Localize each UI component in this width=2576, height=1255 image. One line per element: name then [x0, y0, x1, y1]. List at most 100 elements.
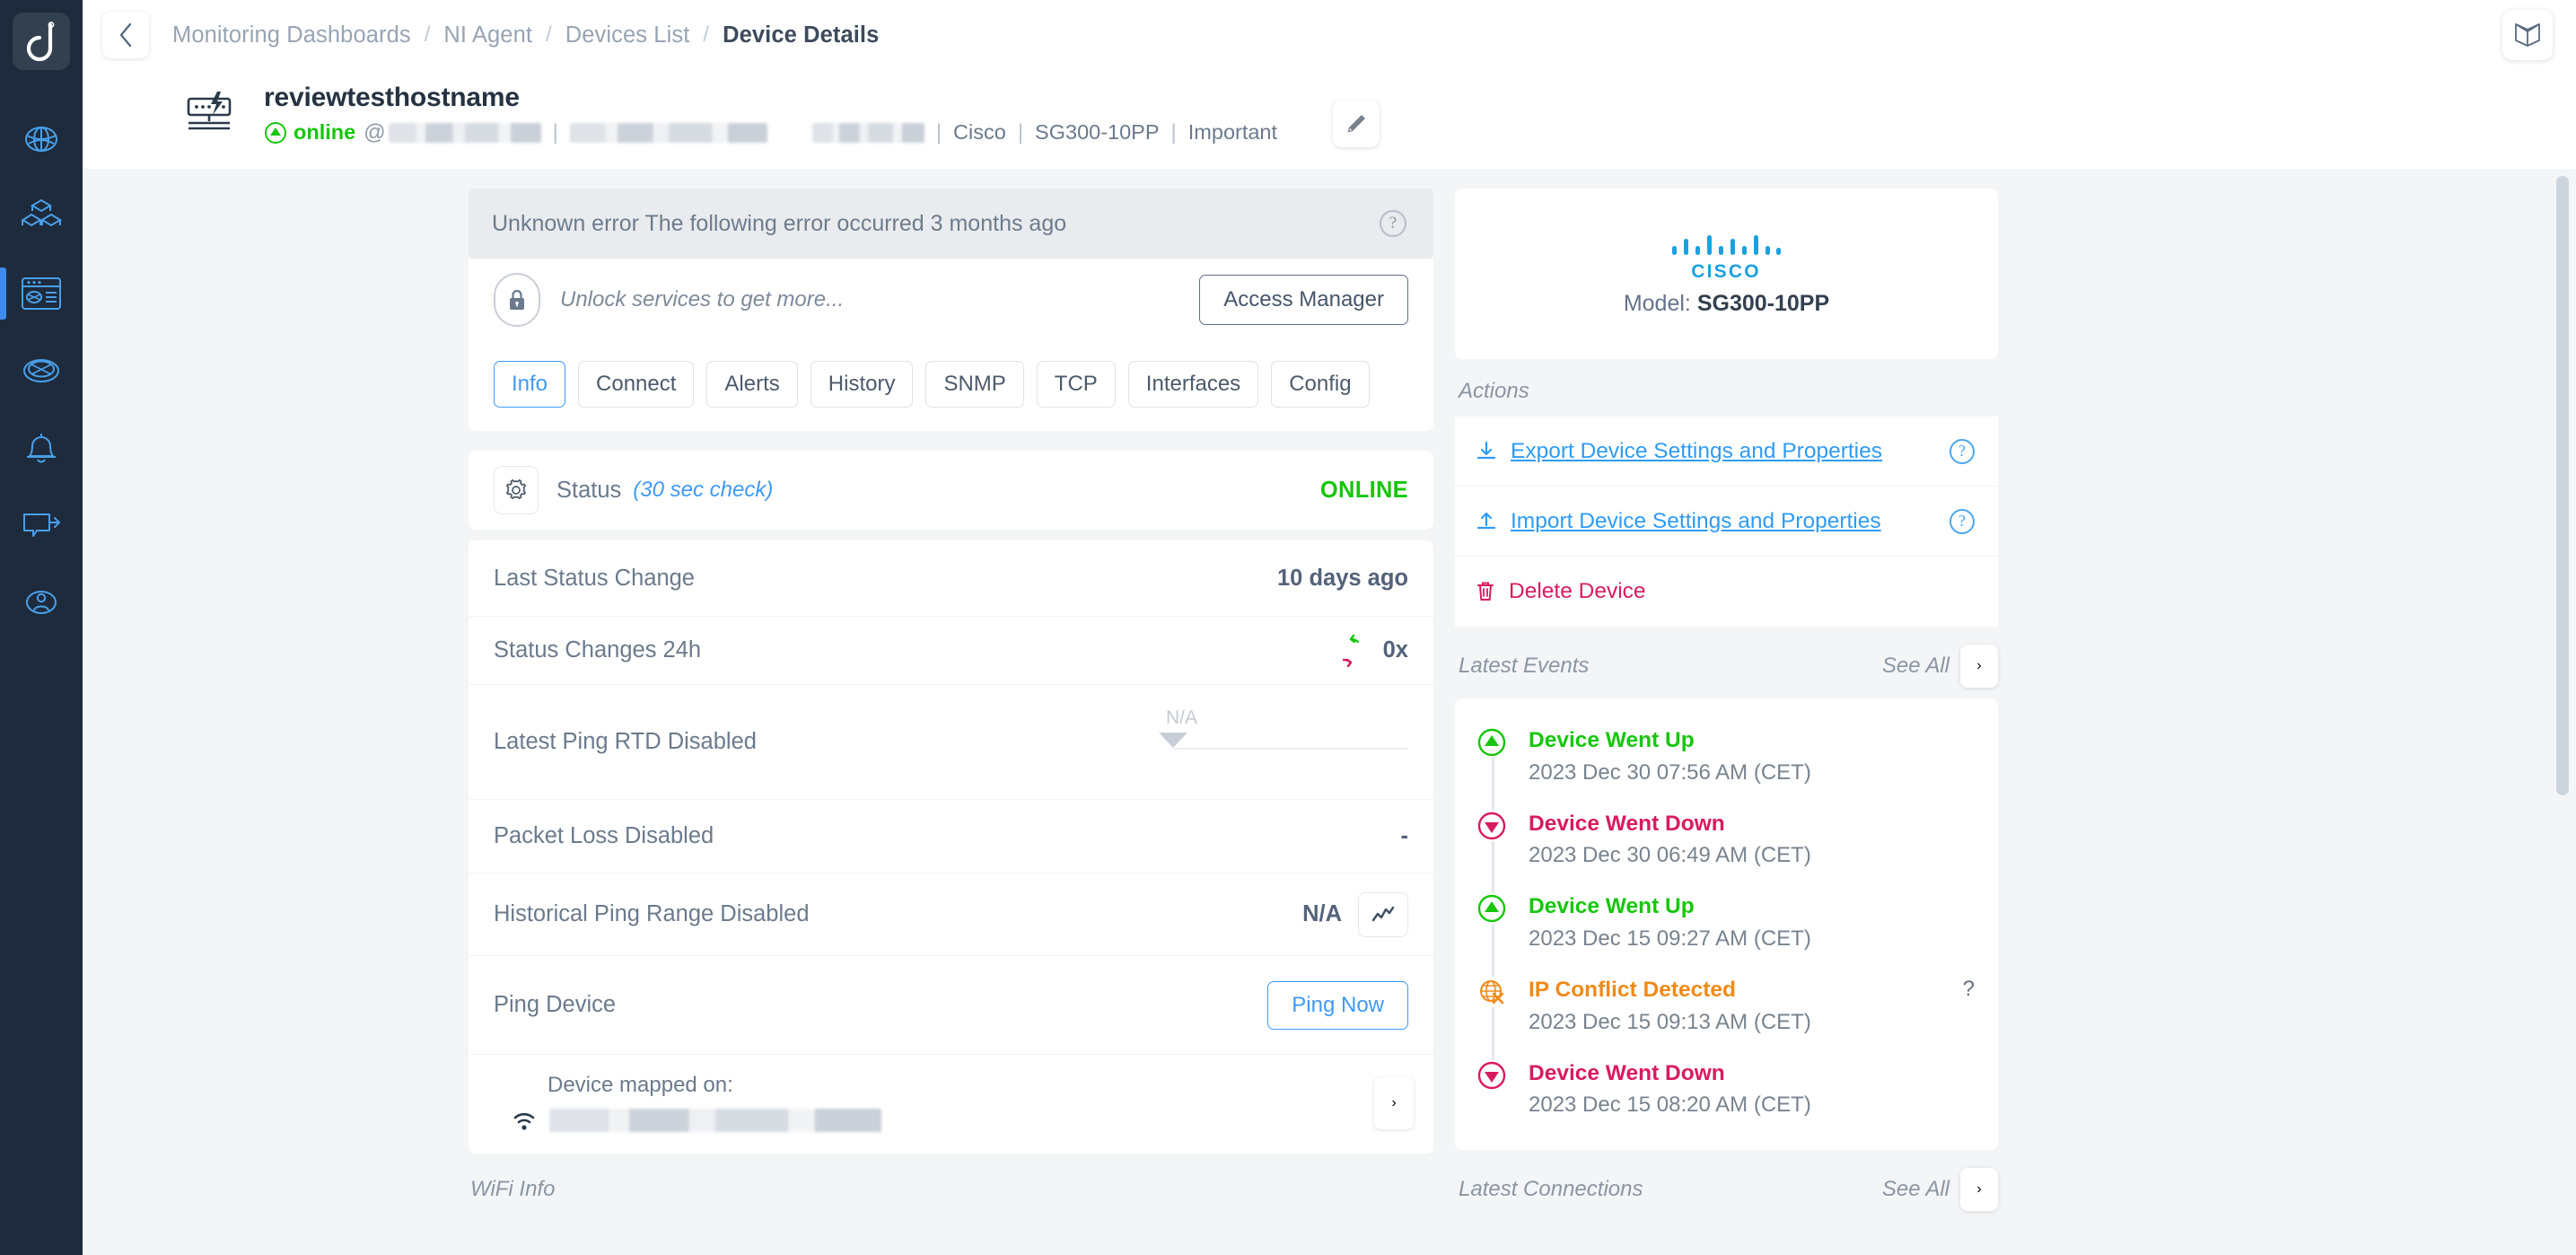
action-import-help-icon[interactable]: ?	[1950, 508, 1975, 534]
back-button[interactable]	[102, 12, 149, 58]
lock-icon	[494, 273, 540, 327]
wifi-info-label: WiFi Info	[470, 1177, 556, 1201]
tab-connect[interactable]: Connect	[578, 361, 695, 408]
access-manager-button[interactable]: Access Manager	[1199, 275, 1408, 325]
tab-tcp[interactable]: TCP	[1036, 361, 1116, 408]
row-ping-device: Ping Device Ping Now	[469, 955, 1433, 1054]
event-time: 2023 Dec 30 06:49 AM (CET)	[1529, 843, 1811, 868]
action-import-label[interactable]: Import Device Settings and Properties	[1511, 509, 1881, 534]
line-chart-icon	[1371, 906, 1395, 921]
event-body: Device Went Up 2023 Dec 15 09:27 AM (CET…	[1529, 893, 1811, 952]
sidebar-item-alerts[interactable]	[0, 409, 83, 487]
device-model: SG300-10PP	[1035, 120, 1160, 144]
vendor-model: Model: SG300-10PP	[1624, 291, 1829, 317]
page-scrollbar[interactable]	[2556, 176, 2569, 795]
latest-connections-see-all-button[interactable]: ›	[1960, 1168, 1998, 1212]
gauge-track	[1173, 747, 1408, 750]
flap-counter-icon	[1342, 634, 1359, 667]
topbar-actions	[2502, 10, 2553, 60]
ping-gauge: N/A	[1159, 707, 1408, 767]
event-help-icon[interactable]: ?	[1963, 977, 1975, 1002]
device-meta: reviewtesthostname online @ | | Cisco | …	[264, 83, 1277, 145]
ping-now-button[interactable]: Ping Now	[1267, 980, 1408, 1030]
action-export-help-icon[interactable]: ?	[1950, 438, 1975, 464]
event-time: 2023 Dec 15 09:27 AM (CET)	[1529, 926, 1811, 951]
cisco-logo-icon: CISCO	[1672, 234, 1781, 280]
arrow-up-circle-icon	[265, 121, 286, 144]
actions-title: Actions	[1459, 379, 1529, 403]
status-value: ONLINE	[1319, 477, 1408, 503]
tab-interfaces[interactable]: Interfaces	[1127, 361, 1259, 408]
device-type-icon	[183, 90, 241, 145]
sidebar-item-topology[interactable]	[0, 332, 83, 409]
event-title: IP Conflict Detected	[1529, 977, 1736, 1002]
redacted-mac	[569, 122, 767, 143]
sparkline-chart-button[interactable]	[1358, 891, 1408, 937]
redacted-network-name	[549, 1109, 881, 1132]
event-item[interactable]: Device Went Down 2023 Dec 30 06:49 AM (C…	[1455, 798, 1998, 882]
latest-connections-see-all[interactable]: See All	[1882, 1177, 1950, 1202]
event-body: Device Went Down 2023 Dec 30 06:49 AM (C…	[1529, 811, 1811, 869]
row-latest-ping-rtd: Latest Ping RTD Disabled N/A	[469, 684, 1433, 799]
action-import-device-settings[interactable]: Import Device Settings and Properties ?	[1455, 487, 1998, 557]
event-item[interactable]: IP Conflict Detected 2023 Dec 15 09:13 A…	[1455, 964, 1998, 1048]
share-export-icon	[23, 513, 61, 537]
status-check-interval: (30 sec check)	[633, 478, 774, 502]
mapped-details-button[interactable]: ›	[1374, 1077, 1414, 1129]
at-separator: @	[364, 119, 386, 145]
sidebar-item-dashboards[interactable]	[0, 255, 83, 332]
event-item[interactable]: Device Went Up 2023 Dec 15 09:27 AM (CET…	[1455, 881, 1998, 964]
tab-snmp[interactable]: SNMP	[925, 361, 1024, 408]
arrow-up-circle-icon	[1475, 727, 1509, 758]
breadcrumb-sep: /	[424, 22, 431, 47]
ping-device-label: Ping Device	[494, 992, 617, 1017]
tab-info[interactable]: Info	[494, 361, 566, 408]
tab-config[interactable]: Config	[1271, 361, 1370, 408]
device-mapped-row: Device mapped on: ›	[469, 1054, 1433, 1154]
edit-device-button[interactable]	[1333, 101, 1380, 147]
event-item[interactable]: Device Went Down 2023 Dec 15 08:20 AM (C…	[1455, 1048, 1998, 1131]
sidebar-item-account[interactable]	[0, 564, 83, 641]
action-export-label[interactable]: Export Device Settings and Properties	[1511, 439, 1882, 464]
action-delete-label[interactable]: Delete Device	[1509, 579, 1646, 604]
latest-events-see-all-button[interactable]: ›	[1960, 645, 1998, 688]
action-export-device-settings[interactable]: Export Device Settings and Properties ?	[1455, 417, 1998, 487]
breadcrumb-item-1[interactable]: NI Agent	[443, 22, 532, 48]
event-title: Device Went Down	[1529, 1060, 1725, 1085]
documentation-button[interactable]	[2502, 10, 2553, 60]
error-help-icon[interactable]: ?	[1380, 210, 1406, 237]
latest-connections-title: Latest Connections	[1459, 1177, 1643, 1202]
unlock-text: Unlock services to get more...	[560, 287, 845, 312]
breadcrumb-item-2[interactable]: Devices List	[565, 22, 690, 48]
row-historical-ping-range: Historical Ping Range Disabled N/A	[469, 873, 1433, 955]
unlock-services-row: Unlock services to get more... Access Ma…	[469, 259, 1433, 341]
app-logo[interactable]	[13, 13, 70, 70]
vendor-card: CISCO Model: SG300-10PP	[1455, 189, 1998, 359]
tab-history[interactable]: History	[810, 361, 914, 408]
wifi-icon	[513, 1112, 535, 1130]
sidebar-item-share[interactable]	[0, 487, 83, 564]
topology-icon	[23, 359, 59, 382]
sidebar-item-network[interactable]	[0, 101, 83, 178]
event-time: 2023 Dec 15 08:20 AM (CET)	[1529, 1093, 1811, 1118]
row-last-status-change: Last Status Change 10 days ago	[469, 540, 1433, 616]
gear-icon[interactable]	[494, 466, 539, 514]
status-label: Status	[556, 477, 622, 503]
book-icon	[2515, 23, 2540, 47]
packet-loss-value: -	[1400, 823, 1409, 848]
latest-events-see-all[interactable]: See All	[1882, 654, 1950, 679]
info-rows: Last Status Change 10 days ago Status Ch…	[469, 540, 1433, 1154]
event-title: Device Went Up	[1529, 728, 1695, 752]
breadcrumb-item-0[interactable]: Monitoring Dashboards	[172, 22, 411, 48]
status-changes-value: 0x	[1382, 637, 1408, 663]
sidebar-item-inventory[interactable]	[0, 178, 83, 255]
event-time: 2023 Dec 30 07:56 AM (CET)	[1529, 759, 1811, 785]
mapped-network	[510, 1107, 881, 1134]
vendor-model-label: Model:	[1623, 290, 1691, 316]
tab-alerts[interactable]: Alerts	[706, 361, 798, 408]
chevron-left-icon	[119, 22, 132, 48]
event-item[interactable]: Device Went Up 2023 Dec 30 07:56 AM (CET…	[1455, 715, 1998, 798]
bell-icon	[27, 434, 56, 463]
device-importance: Important	[1187, 120, 1278, 144]
action-delete-device[interactable]: Delete Device	[1455, 557, 1998, 627]
